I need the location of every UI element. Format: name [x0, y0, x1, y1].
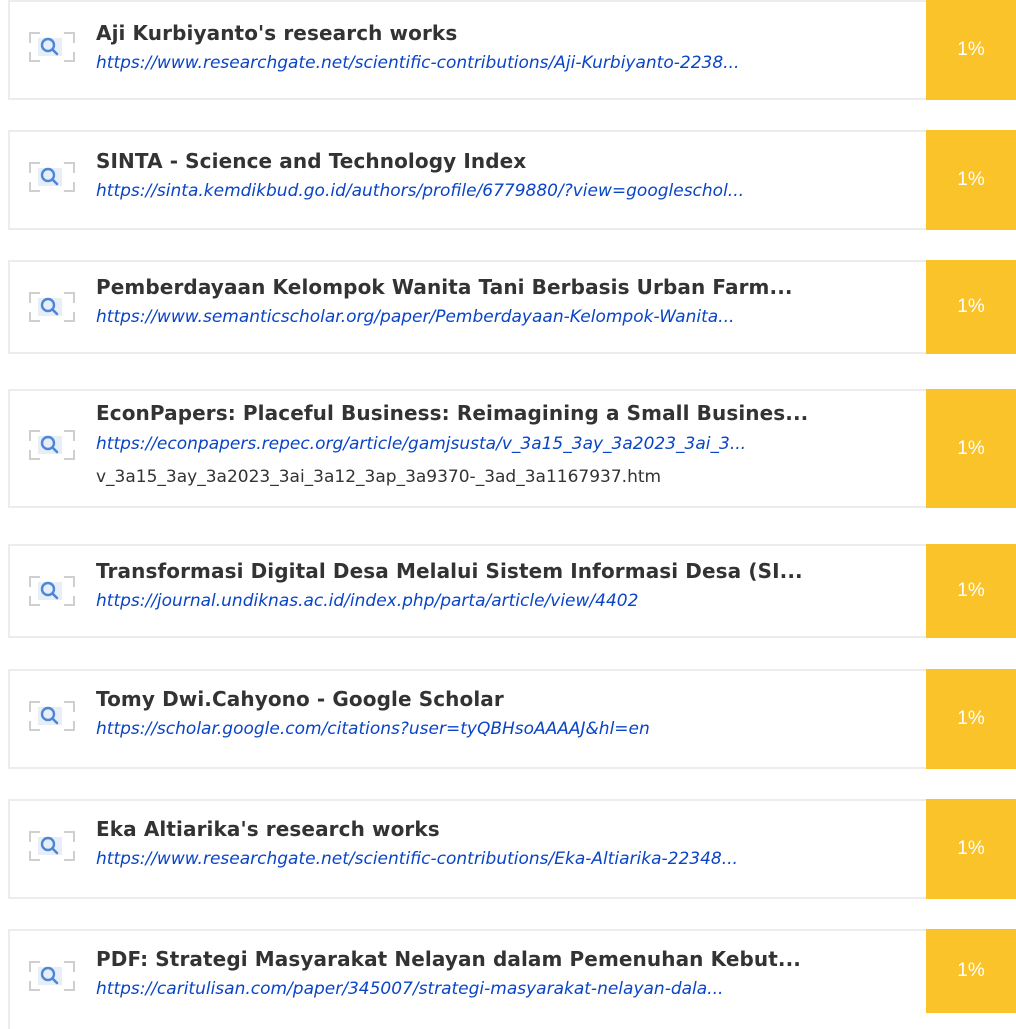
search-document-icon: [29, 576, 75, 606]
source-title: Eka Altiarika's research works: [96, 817, 440, 841]
source-card[interactable]: EconPapers: Placeful Business: Reimagini…: [8, 389, 1016, 508]
source-card[interactable]: Tomy Dwi.Cahyono - Google Scholar https:…: [8, 669, 1016, 769]
source-title: Tomy Dwi.Cahyono - Google Scholar: [96, 687, 504, 711]
source-card[interactable]: Aji Kurbiyanto's research works https://…: [8, 0, 1016, 100]
source-title: Transformasi Digital Desa Melalui Sistem…: [96, 559, 803, 583]
source-title: Pemberdayaan Kelompok Wanita Tani Berbas…: [96, 275, 793, 299]
match-percent-badge: 1%: [926, 389, 1016, 508]
match-percent-badge: 1%: [926, 130, 1016, 230]
source-card[interactable]: SINTA - Science and Technology Index htt…: [8, 130, 1016, 230]
search-document-icon: [29, 961, 75, 991]
match-percent-badge: 1%: [926, 929, 1016, 1013]
search-document-icon: [29, 292, 75, 322]
source-url-link[interactable]: https://scholar.google.com/citations?use…: [96, 719, 650, 739]
source-card[interactable]: Eka Altiarika's research works https://w…: [8, 799, 1016, 899]
source-url-link[interactable]: https://caritulisan.com/paper/345007/str…: [96, 979, 723, 999]
search-document-icon: [29, 32, 75, 62]
source-card[interactable]: Transformasi Digital Desa Melalui Sistem…: [8, 544, 1016, 638]
source-title: SINTA - Science and Technology Index: [96, 149, 527, 173]
source-card[interactable]: Pemberdayaan Kelompok Wanita Tani Berbas…: [8, 260, 1016, 354]
source-url-link[interactable]: https://sinta.kemdikbud.go.id/authors/pr…: [96, 181, 744, 201]
source-url-continuation: v_3a15_3ay_3a2023_3ai_3a12_3ap_3a9370-_3…: [96, 467, 662, 487]
source-title: Aji Kurbiyanto's research works: [96, 21, 458, 45]
match-percent-badge: 1%: [926, 544, 1016, 638]
source-title: EconPapers: Placeful Business: Reimagini…: [96, 401, 809, 425]
match-percent-badge: 1%: [926, 0, 1016, 100]
search-document-icon: [29, 430, 75, 460]
source-url-link[interactable]: https://www.researchgate.net/scientific-…: [96, 53, 739, 73]
source-url-link[interactable]: https://journal.undiknas.ac.id/index.php…: [96, 591, 638, 611]
source-card[interactable]: PDF: Strategi Masyarakat Nelayan dalam P…: [8, 929, 1016, 1029]
source-url-link[interactable]: https://www.researchgate.net/scientific-…: [96, 849, 738, 869]
search-document-icon: [29, 831, 75, 861]
source-title: PDF: Strategi Masyarakat Nelayan dalam P…: [96, 947, 801, 971]
match-percent-badge: 1%: [926, 260, 1016, 354]
source-url-link[interactable]: https://econpapers.repec.org/article/gam…: [96, 434, 746, 454]
source-url-link[interactable]: https://www.semanticscholar.org/paper/Pe…: [96, 307, 734, 327]
search-document-icon: [29, 701, 75, 731]
match-percent-badge: 1%: [926, 799, 1016, 899]
match-percent-badge: 1%: [926, 669, 1016, 769]
search-document-icon: [29, 162, 75, 192]
